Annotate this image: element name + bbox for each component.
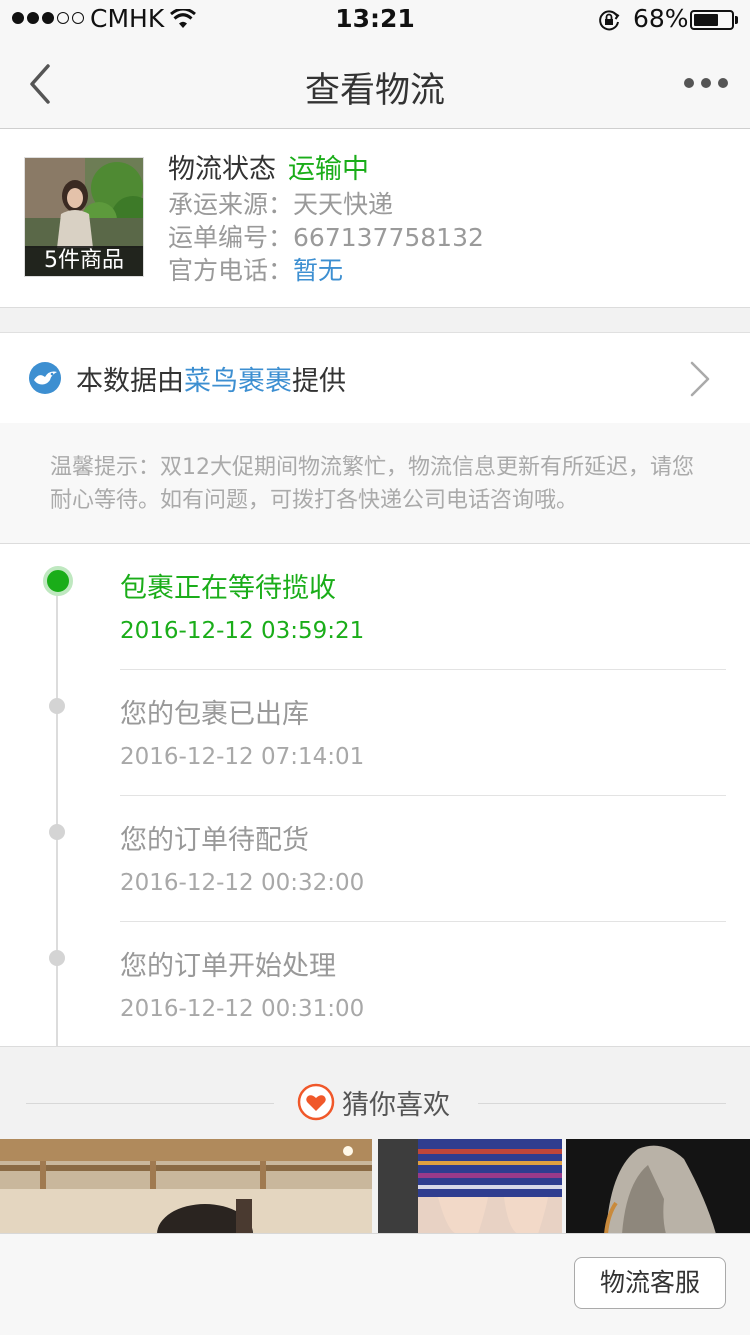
product-image (0, 1139, 372, 1234)
timeline-title: 您的订单待配货 (120, 825, 309, 856)
timeline-time: 2016-12-12 07:14:01 (120, 744, 365, 770)
more-button[interactable] (684, 78, 728, 90)
status-label: 物流状态 (168, 154, 276, 185)
carrier-value: 天天快递 (293, 190, 394, 219)
timeline-dot-active (43, 566, 73, 596)
timeline-dot (49, 698, 65, 714)
tracking-label: 运单编号： (168, 223, 294, 252)
tracking-timeline: 包裹正在等待揽收 2016-12-12 03:59:21 您的包裹已出库 201… (0, 544, 750, 1047)
timeline-dot (49, 950, 65, 966)
divider (26, 1103, 274, 1104)
timeline-time: 2016-12-12 03:59:21 (120, 618, 365, 644)
phone-value[interactable]: 暂无 (293, 256, 343, 285)
status-value: 运输中 (288, 154, 369, 185)
timeline-title: 包裹正在等待揽收 (120, 573, 336, 604)
bottom-bar: 物流客服 (0, 1233, 750, 1335)
timeline-title: 您的订单开始处理 (120, 951, 336, 982)
battery-level (694, 14, 718, 26)
product-card[interactable] (566, 1139, 750, 1234)
timeline-dot (49, 824, 65, 840)
heart-icon (297, 1083, 335, 1121)
data-provider-row[interactable]: 本数据由菜鸟裹裹提供 (0, 332, 750, 424)
tracking-number-row: 运单编号：667137758132 (168, 221, 484, 254)
provider-text: 本数据由菜鸟裹裹提供 (76, 359, 346, 398)
recommendations-section: 猜你喜欢 (0, 1047, 750, 1234)
provider-name: 菜鸟裹裹 (184, 366, 292, 397)
notice-banner: 温馨提示：双12大促期间物流繁忙，物流信息更新有所延迟，请您耐心等待。如有问题，… (0, 423, 750, 544)
logistics-service-button[interactable]: 物流客服 (574, 1257, 726, 1309)
cainiao-bird-icon (29, 362, 61, 394)
tracking-number: 667137758132 (293, 223, 484, 252)
divider (478, 1103, 726, 1104)
timeline-item: 包裹正在等待揽收 2016-12-12 03:59:21 (0, 544, 750, 670)
chevron-right-icon (690, 361, 710, 397)
product-card[interactable] (0, 1139, 372, 1234)
carrier-row: 承运来源：天天快递 (168, 188, 484, 221)
product-card[interactable] (378, 1139, 562, 1234)
timeline-time: 2016-12-12 00:31:00 (120, 996, 365, 1022)
timeline-time: 2016-12-12 00:32:00 (120, 870, 365, 896)
timeline-item: 您的包裹已出库 2016-12-12 07:14:01 (0, 670, 750, 796)
product-thumbnail[interactable]: 5件商品 (24, 157, 144, 277)
logistics-status-row: 物流状态 运输中 (168, 153, 484, 186)
page-title: 查看物流 (304, 71, 445, 111)
navigation-bar: 查看物流 (0, 40, 750, 129)
battery-percentage: 68% (633, 4, 689, 33)
phone-row: 官方电话：暂无 (168, 254, 484, 287)
notice-text: 温馨提示：双12大促期间物流繁忙，物流信息更新有所延迟，请您耐心等待。如有问题，… (50, 455, 694, 513)
recommend-title: 猜你喜欢 (342, 1090, 450, 1121)
logistics-info-card: 5件商品 物流状态 运输中 承运来源：天天快递 运单编号：667137758132… (0, 129, 750, 308)
product-image (566, 1139, 750, 1234)
timeline-title: 您的包裹已出库 (120, 699, 309, 730)
status-bar: CMHK 13:21 68% (0, 0, 750, 40)
timeline-item: 您的订单开始处理 2016-12-12 00:31:00 (0, 922, 750, 1048)
phone-label: 官方电话： (168, 256, 294, 285)
item-count-label: 5件商品 (25, 246, 143, 276)
battery-icon (690, 10, 734, 30)
more-dots-icon (684, 78, 694, 88)
product-image (378, 1139, 562, 1234)
provider-prefix: 本数据由 (76, 366, 184, 397)
timeline-item: 您的订单待配货 2016-12-12 00:32:00 (0, 796, 750, 922)
carrier-label: 承运来源： (168, 190, 294, 219)
orientation-lock-icon (599, 10, 620, 31)
provider-suffix: 提供 (292, 366, 346, 397)
